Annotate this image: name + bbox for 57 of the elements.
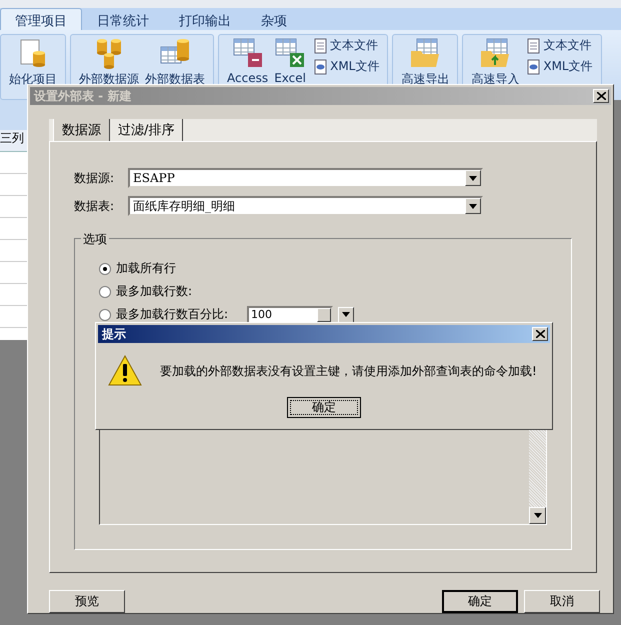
close-button[interactable] [593,89,609,103]
ribbon-button[interactable]: 文本文件 [525,37,593,54]
ok-button[interactable]: 确定 [287,397,361,418]
text-file-icon [525,38,542,54]
ribbon-button[interactable]: 外部数据源 [79,37,139,88]
window-title: 提示 [102,326,126,342]
ribbon-tab[interactable]: 打印输出 [164,8,246,30]
field-label: 数据源: [74,170,116,186]
dropdown-button[interactable] [338,306,354,322]
close-icon [536,330,544,338]
radio-label: 最多加载行数: [116,283,192,300]
spin-buttons[interactable] [317,308,332,322]
dropdown-button[interactable] [465,170,481,186]
table-folder-icon [479,37,512,69]
xml-file-icon [525,58,542,74]
radio-button[interactable] [99,286,111,298]
dialog-button[interactable]: 取消 [524,590,600,613]
ribbon-button[interactable]: XML文件 [525,58,593,75]
combo-box[interactable]: 面纸库存明细_明细 [128,196,483,216]
table-key-icon [232,37,264,69]
ribbon-button[interactable]: 外部数据表 [145,37,205,88]
ribbon-button[interactable]: 文本文件 [312,37,380,54]
window-title: 设置外部表 - 新建 [34,88,132,104]
ribbon-button[interactable]: Excel [274,37,306,85]
dialog-button[interactable]: 预览 [49,590,125,613]
ribbon-tab[interactable]: 杂项 [246,8,302,30]
radio-button[interactable] [99,308,111,320]
ribbon-tab[interactable]: 日常统计 [82,8,164,30]
dropdown-button[interactable] [465,198,481,214]
field-label: 数据表: [74,198,116,214]
radio-label: 加载所有行 [116,260,176,277]
ribbon-button[interactable]: Access [227,37,268,85]
close-icon [596,92,606,100]
dialog-button[interactable]: 确定 [442,590,518,613]
caret-icon [469,176,477,180]
combo-box[interactable]: ESAPP [128,168,483,188]
ribbon-button[interactable]: XML文件 [312,58,380,75]
warning-icon [108,355,142,387]
spin-field[interactable]: 100 [247,306,334,324]
scroll-down-button[interactable] [529,507,546,524]
radio-label: 最多加载行数百分比: [116,306,228,323]
caret-icon [469,204,477,208]
radio-button[interactable] [99,262,111,274]
text-file-icon [312,38,328,54]
close-button[interactable] [532,327,548,341]
caret-icon [342,312,350,317]
caret-icon [534,513,542,518]
ribbon-button[interactable]: 高速导入 [471,37,520,88]
column-header: 三列 [0,130,27,152]
xml-file-icon [312,58,328,74]
tab[interactable]: 数据源 [53,119,110,141]
message-text: 要加载的外部数据表没有设置主键，请使用添加外部查询表的命令加载! [160,362,537,380]
ribbon-button[interactable]: 高速导出 [401,37,450,88]
group-title: 选项 [81,231,109,248]
table-spreadsheet-icon [274,37,306,69]
ribbon-tab[interactable]: 管理项目 [0,8,82,30]
table-folder-icon [409,37,442,69]
